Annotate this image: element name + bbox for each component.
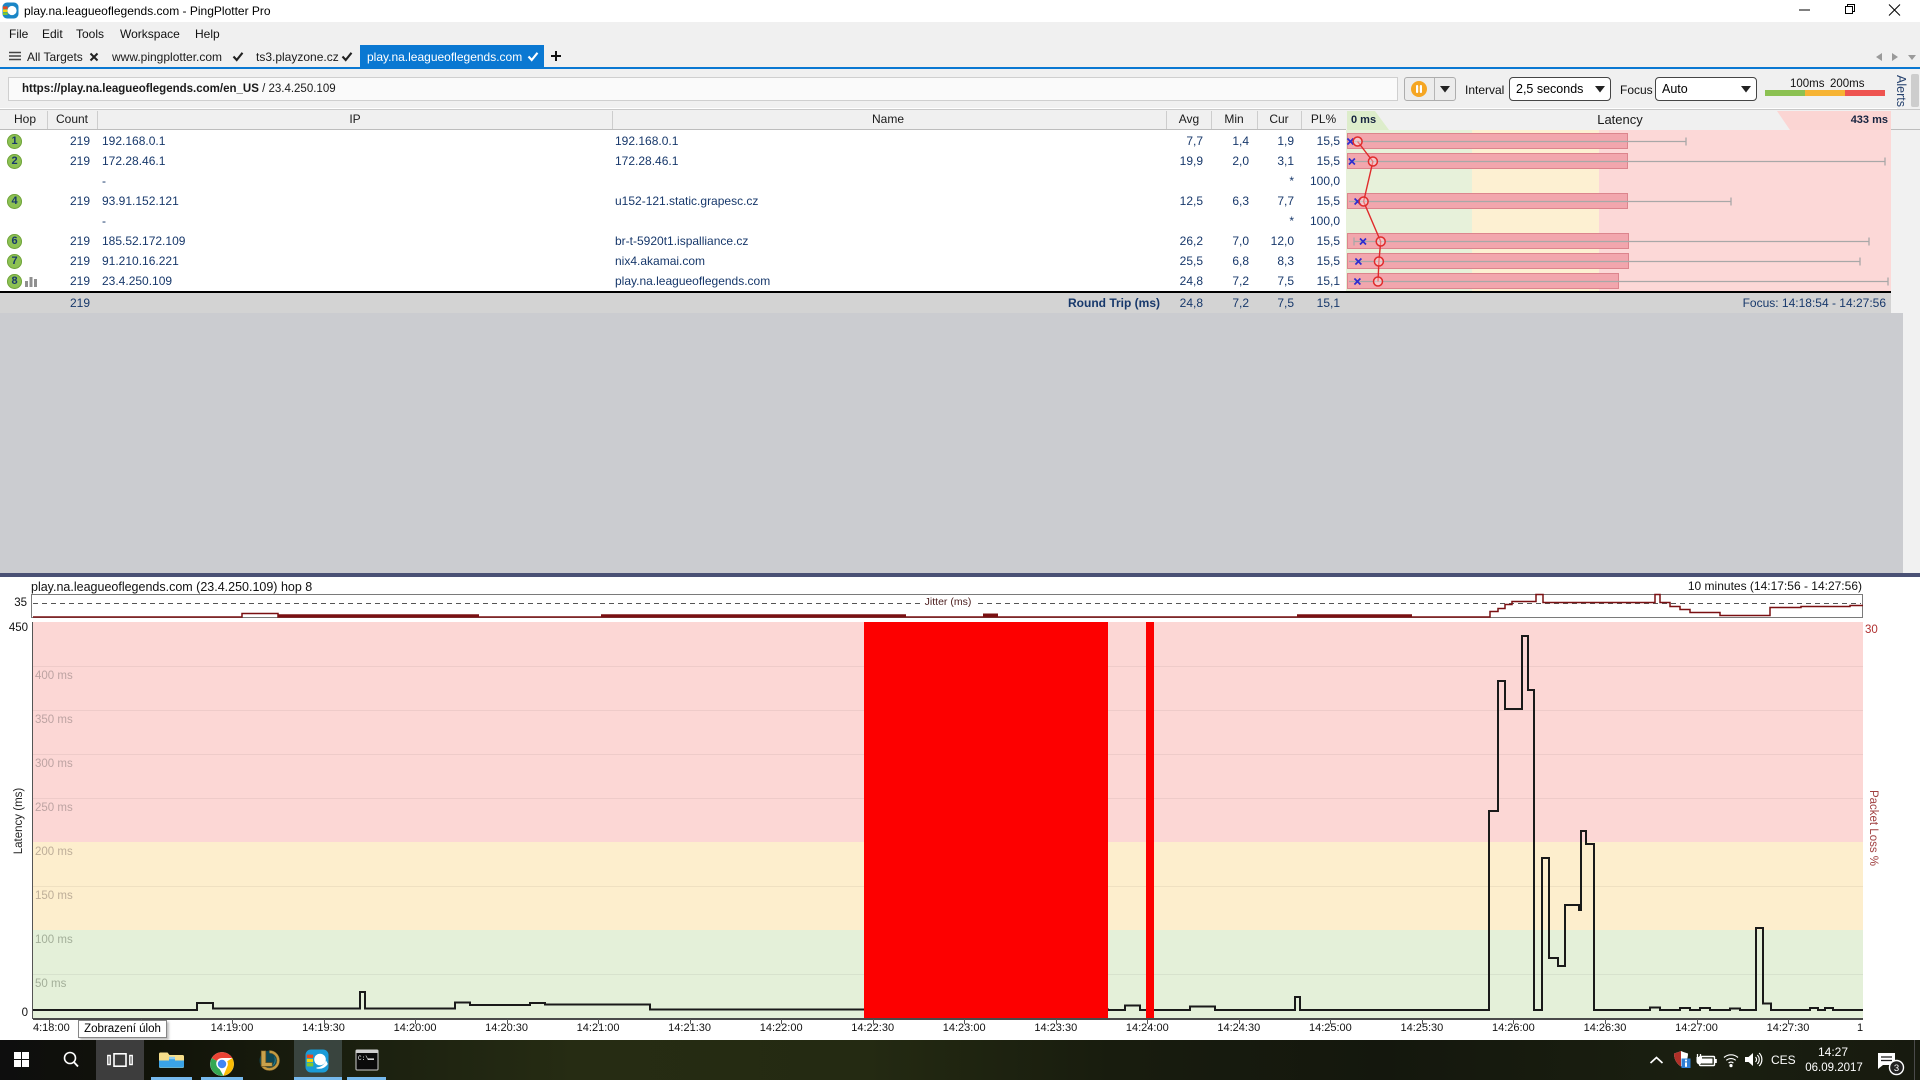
- svg-text:C:\: C:\: [358, 1055, 369, 1062]
- svg-text:3: 3: [1894, 1063, 1899, 1074]
